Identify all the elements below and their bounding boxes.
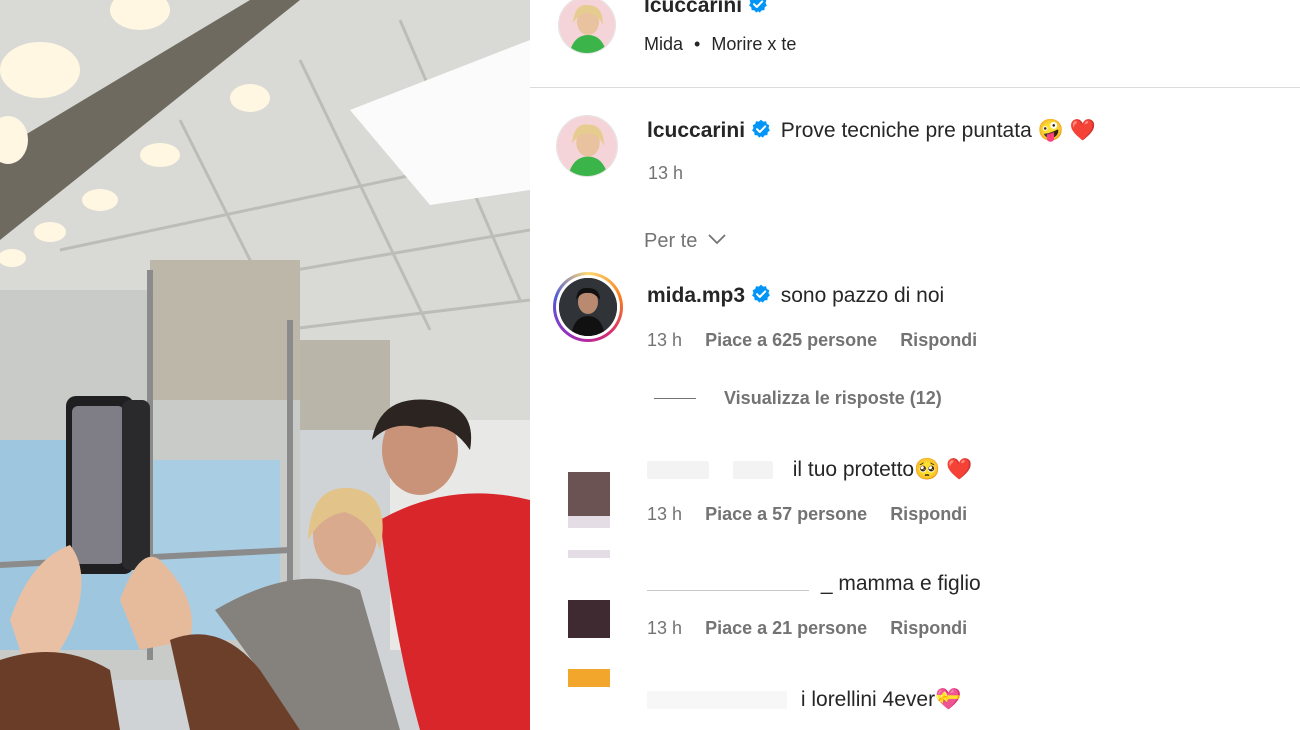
audio-info[interactable]: Mida • Morire x te xyxy=(644,34,796,55)
view-replies-label: Visualizza le risposte (12) xyxy=(724,388,942,408)
hidden-username[interactable] xyxy=(647,691,787,709)
caption-timestamp[interactable]: 13 h xyxy=(648,163,683,184)
verified-badge-icon xyxy=(749,0,767,13)
post-header: lcuccarini Mida • Morire x te xyxy=(530,0,1300,88)
audio-artist: Mida xyxy=(644,34,684,54)
reply-button[interactable]: Rispondi xyxy=(900,330,977,350)
comments-filter-dropdown[interactable]: Per te xyxy=(644,230,727,253)
hidden-username xyxy=(732,461,773,479)
comment-text: il tuo protetto🥺 ❤️ xyxy=(792,458,973,481)
comment-meta: 13 h Piace a 57 persone Rispondi xyxy=(647,504,985,525)
chevron-down-icon xyxy=(708,234,726,245)
author-username-link[interactable]: lcuccarini xyxy=(644,0,768,18)
post-photo xyxy=(0,0,530,730)
comment-timestamp[interactable]: 13 h xyxy=(647,618,682,638)
caption-username[interactable]: lcuccarini xyxy=(647,119,745,142)
commenter-avatar[interactable] xyxy=(568,472,610,516)
commenter-avatar[interactable] xyxy=(568,669,610,687)
caption-author-avatar[interactable] xyxy=(556,115,618,177)
post-side-panel: lcuccarini Mida • Morire x te lcuccarini… xyxy=(530,0,1300,730)
comments-filter-label: Per te xyxy=(644,230,698,252)
commenter-avatar[interactable] xyxy=(553,272,623,342)
comment-likes[interactable]: Piace a 21 persone xyxy=(705,618,867,638)
reply-button[interactable]: Rispondi xyxy=(890,618,967,638)
comment-text: _ mamma e figlio xyxy=(820,572,981,595)
comment-body: _ mamma e figlio xyxy=(647,572,981,596)
comment-timestamp[interactable]: 13 h xyxy=(647,504,682,524)
reply-button[interactable]: Rispondi xyxy=(890,504,967,524)
comment-likes[interactable]: Piace a 57 persone xyxy=(705,504,867,524)
audio-title: Morire x te xyxy=(711,34,797,54)
comment-meta: 13 h Piace a 21 persone Rispondi xyxy=(647,618,985,639)
comment-timestamp[interactable]: 13 h xyxy=(647,330,682,350)
audio-separator: • xyxy=(694,34,701,54)
post-media[interactable] xyxy=(0,0,530,730)
comment-text: i lorellini 4ever💝 xyxy=(800,688,962,711)
comment-body: i lorellini 4ever💝 xyxy=(647,688,961,712)
verified-badge-icon xyxy=(752,119,770,138)
hidden-username[interactable] xyxy=(647,461,709,479)
replies-divider xyxy=(654,398,696,399)
comment-likes[interactable]: Piace a 625 persone xyxy=(705,330,877,350)
verified-badge-icon xyxy=(751,284,770,303)
caption-text: Prove tecniche pre puntata 🤪 ❤️ xyxy=(780,119,1096,142)
comment-meta: 13 h Piace a 625 persone Rispondi xyxy=(647,330,995,351)
comment-text: sono pazzo di noi xyxy=(780,284,945,307)
view-replies-button[interactable]: Visualizza le risposte (12) xyxy=(654,388,942,409)
author-username: lcuccarini xyxy=(644,0,743,17)
post-caption: lcuccarini Prove tecniche pre puntata 🤪 … xyxy=(647,119,1096,143)
comment-body: il tuo protetto🥺 ❤️ xyxy=(647,458,972,482)
avatar-fragment xyxy=(568,516,610,528)
hidden-username[interactable] xyxy=(647,577,809,591)
commenter-avatar[interactable] xyxy=(568,600,610,638)
comment-username[interactable]: mida.mp3 xyxy=(647,284,745,307)
author-avatar[interactable] xyxy=(558,0,616,54)
comment-body: mida.mp3 sono pazzo di noi xyxy=(647,284,944,308)
avatar-fragment xyxy=(568,550,610,558)
